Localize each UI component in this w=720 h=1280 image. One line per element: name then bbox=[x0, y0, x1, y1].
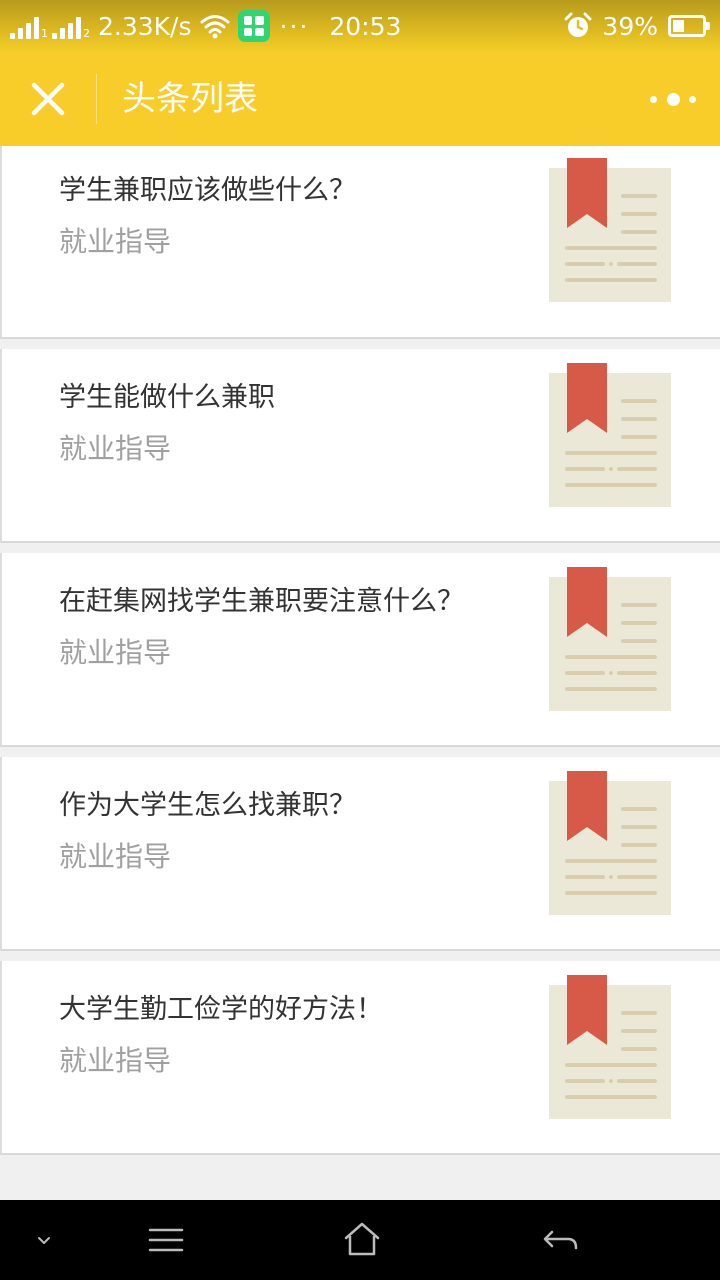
back-icon bbox=[543, 1230, 578, 1250]
article-list: 学生兼职应该做些什么？ 就业指导 学生能做什么兼职 就业指导 在赶集网找学生兼职… bbox=[0, 146, 720, 1165]
bookmark-document-icon bbox=[549, 158, 671, 302]
more-button[interactable] bbox=[650, 82, 696, 116]
close-icon bbox=[31, 82, 65, 116]
status-bar: 1 2 2.33K/s ··· 20:53 39% bbox=[0, 0, 720, 52]
home-button[interactable] bbox=[340, 1218, 384, 1262]
status-bar-left: 1 2 2.33K/s ··· 20:53 bbox=[10, 0, 409, 52]
list-item[interactable]: 学生兼职应该做些什么？ 就业指导 bbox=[0, 146, 720, 339]
signal-sim2-icon: 2 bbox=[52, 13, 90, 39]
sim2-label: 2 bbox=[83, 27, 90, 40]
signal-sim1-icon: 1 bbox=[10, 13, 48, 39]
list-item[interactable]: 学生能做什么兼职 就业指导 bbox=[0, 349, 720, 543]
clock: 20:53 bbox=[329, 11, 402, 41]
more-icon bbox=[650, 92, 696, 106]
article-category: 就业指导 bbox=[59, 636, 172, 669]
nav-divider bbox=[96, 74, 97, 124]
home-icon bbox=[344, 1222, 380, 1256]
status-bar-right: 39% bbox=[564, 0, 710, 52]
sim1-label: 1 bbox=[41, 27, 48, 40]
bookmark-document-icon bbox=[549, 363, 671, 507]
alarm-icon bbox=[564, 12, 592, 37]
article-category: 就业指导 bbox=[59, 225, 172, 258]
network-speed: 2.33K/s bbox=[98, 11, 192, 41]
wifi-icon bbox=[200, 15, 230, 39]
more-notifications-indicator: ··· bbox=[279, 11, 310, 41]
page-title: 头条列表 bbox=[122, 79, 258, 119]
chevron-down-icon bbox=[38, 1237, 50, 1244]
battery-percent: 39% bbox=[602, 11, 658, 41]
list-item[interactable]: 作为大学生怎么找兼职？ 就业指导 bbox=[0, 757, 720, 951]
article-category: 就业指导 bbox=[59, 432, 172, 465]
article-title: 学生能做什么兼职 bbox=[59, 382, 275, 413]
menu-icon bbox=[148, 1228, 184, 1252]
article-title: 学生兼职应该做些什么？ bbox=[59, 175, 356, 206]
article-category: 就业指导 bbox=[59, 1044, 172, 1077]
system-nav-bar bbox=[0, 1200, 720, 1280]
bookmark-document-icon bbox=[549, 771, 671, 915]
article-title: 在赶集网找学生兼职要注意什么？ bbox=[59, 586, 464, 617]
back-button[interactable] bbox=[538, 1218, 582, 1262]
article-title: 大学生勤工俭学的好方法！ bbox=[59, 994, 383, 1025]
list-item[interactable]: 大学生勤工俭学的好方法！ 就业指导 bbox=[0, 961, 720, 1155]
bookmark-document-icon bbox=[549, 975, 671, 1119]
article-category: 就业指导 bbox=[59, 840, 172, 873]
app-notification-icon bbox=[237, 10, 270, 42]
nav-bar: 头条列表 bbox=[0, 52, 720, 146]
menu-button[interactable] bbox=[144, 1218, 188, 1262]
close-button[interactable] bbox=[20, 71, 76, 127]
bookmark-document-icon bbox=[549, 567, 671, 711]
hide-nav-button[interactable] bbox=[22, 1218, 66, 1262]
battery-icon bbox=[668, 15, 710, 37]
list-item[interactable]: 在赶集网找学生兼职要注意什么？ 就业指导 bbox=[0, 553, 720, 747]
article-title: 作为大学生怎么找兼职？ bbox=[59, 790, 356, 821]
